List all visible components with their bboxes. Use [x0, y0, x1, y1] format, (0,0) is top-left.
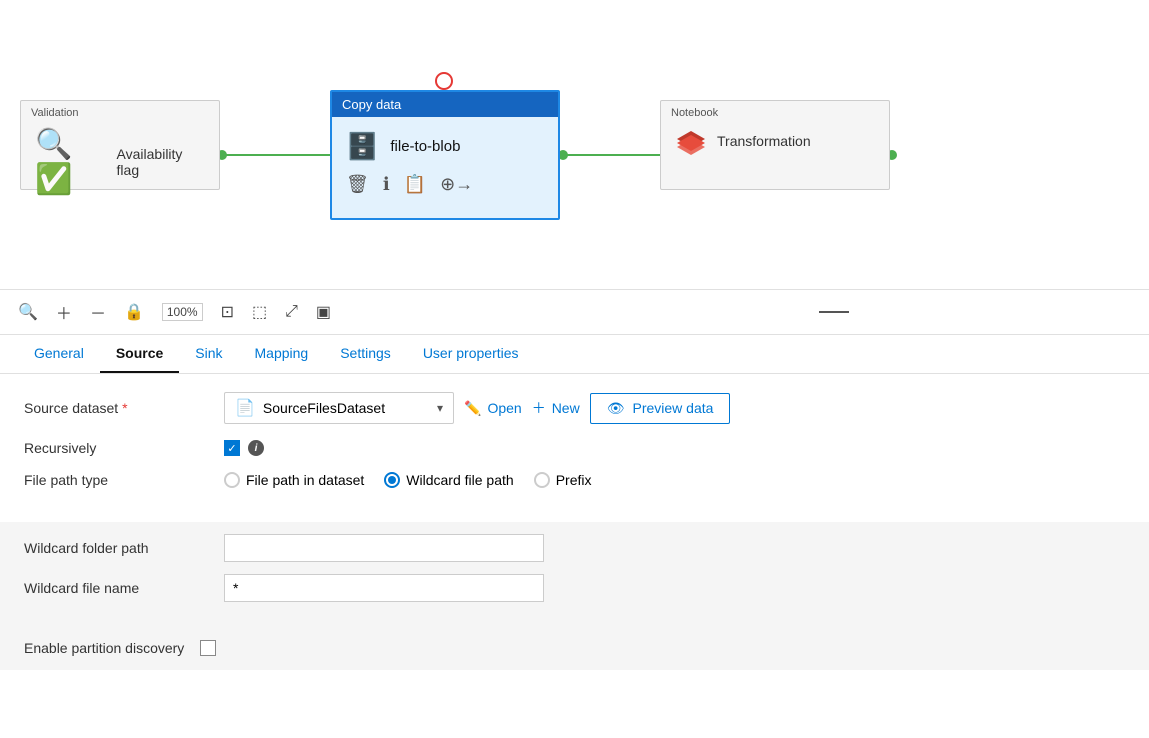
copy-data-node-label: Copy data: [332, 92, 558, 117]
wildcard-folder-label: Wildcard folder path: [24, 540, 224, 556]
tab-user-properties[interactable]: User properties: [407, 335, 535, 373]
recursively-checkbox[interactable]: ✓: [224, 440, 240, 456]
tab-source[interactable]: Source: [100, 335, 179, 373]
zoom-level[interactable]: 100%: [162, 303, 203, 321]
info-icon[interactable]: ℹ: [383, 174, 390, 195]
notebook-icon: [675, 127, 707, 155]
open-button[interactable]: ✏️ Open: [464, 400, 522, 417]
resize-icon[interactable]: ⤢: [285, 303, 298, 321]
copy-data-node-title: file-to-blob: [390, 138, 460, 155]
radio-circle-file-path: [224, 472, 240, 488]
dataset-icon: 📄: [235, 398, 255, 418]
recursively-controls: ✓ i: [224, 440, 1125, 456]
recursively-info-icon[interactable]: i: [248, 440, 264, 456]
validation-node[interactable]: Validation 🔍✅ Availability flag: [20, 100, 220, 190]
pipeline-canvas[interactable]: Validation 🔍✅ Availability flag Copy dat…: [0, 0, 1149, 290]
source-dataset-row: Source dataset * 📄 SourceFilesDataset ▾ …: [24, 392, 1125, 424]
delete-icon[interactable]: 🗑: [346, 174, 369, 195]
partition-discovery-checkbox[interactable]: [200, 640, 216, 656]
radio-circle-prefix: [534, 472, 550, 488]
add-icon[interactable]: ＋: [56, 300, 72, 324]
radio-wildcard-file-path[interactable]: Wildcard file path: [384, 472, 513, 488]
source-dataset-label: Source dataset *: [24, 400, 224, 416]
plus-icon: ＋: [532, 398, 546, 418]
pencil-icon: ✏️: [464, 400, 481, 417]
required-indicator: *: [122, 400, 127, 416]
recursively-row: Recursively ✓ i: [24, 440, 1125, 456]
source-dataset-controls: 📄 SourceFilesDataset ▾ ✏️ Open ＋ New 👁 P…: [224, 392, 1125, 424]
file-path-type-radio-group: File path in dataset Wildcard file path …: [224, 472, 591, 488]
wildcard-file-input[interactable]: [224, 574, 544, 602]
canvas-toolbar: 🔍 ＋ － 🔒 100% ⊡ ⬚ ⤢ ▣: [0, 290, 1149, 335]
toolbar-separator: [819, 311, 849, 313]
search-toolbar-icon[interactable]: 🔍: [18, 302, 38, 322]
wildcard-section: Wildcard folder path Wildcard file name: [0, 522, 1149, 626]
tab-general[interactable]: General: [18, 335, 100, 373]
copy-data-actions: 🗑 ℹ 📋 ⊕→: [332, 170, 558, 205]
dropdown-arrow-icon: ▾: [437, 401, 443, 415]
partition-discovery-label: Enable partition discovery: [24, 640, 184, 656]
wildcard-file-row: Wildcard file name: [24, 574, 1125, 602]
node-error-indicator: [435, 72, 453, 90]
add-activity-icon[interactable]: ⊕→: [440, 174, 473, 195]
notebook-node-label: Notebook: [661, 101, 889, 121]
radio-file-path-in-dataset[interactable]: File path in dataset: [224, 472, 364, 488]
copy-icon[interactable]: 📋: [404, 174, 426, 195]
wildcard-folder-input[interactable]: [224, 534, 544, 562]
radio-prefix[interactable]: Prefix: [534, 472, 592, 488]
tab-sink[interactable]: Sink: [179, 335, 238, 373]
wildcard-file-label: Wildcard file name: [24, 580, 224, 596]
radio-label-file-path: File path in dataset: [246, 472, 364, 488]
availability-icon: 🔍✅: [35, 127, 107, 197]
preview-icon: 👁: [607, 400, 625, 417]
file-path-type-controls: File path in dataset Wildcard file path …: [224, 472, 1125, 488]
recursively-checkbox-row: ✓ i: [224, 440, 264, 456]
preview-data-button[interactable]: 👁 Preview data: [590, 393, 731, 424]
dataset-dropdown[interactable]: 📄 SourceFilesDataset ▾: [224, 392, 454, 424]
partition-discovery-row: Enable partition discovery: [0, 626, 1149, 670]
properties-panel: Source dataset * 📄 SourceFilesDataset ▾ …: [0, 374, 1149, 522]
select-icon[interactable]: ⬚: [252, 302, 267, 322]
validation-node-title: Availability flag: [117, 146, 205, 178]
minus-icon[interactable]: －: [90, 300, 106, 324]
radio-circle-wildcard: [384, 472, 400, 488]
radio-label-prefix: Prefix: [556, 472, 592, 488]
layout-icon[interactable]: ▣: [316, 302, 331, 322]
property-tabs: General Source Sink Mapping Settings Use…: [0, 335, 1149, 374]
tab-mapping[interactable]: Mapping: [239, 335, 325, 373]
radio-label-wildcard: Wildcard file path: [406, 472, 513, 488]
notebook-node[interactable]: Notebook Transformation: [660, 100, 890, 190]
copy-data-node[interactable]: Copy data 🗄️ file-to-blob 🗑 ℹ 📋 ⊕→: [330, 90, 560, 220]
tab-settings[interactable]: Settings: [324, 335, 407, 373]
fit-icon[interactable]: ⊡: [221, 302, 234, 322]
dataset-value: SourceFilesDataset: [263, 400, 385, 416]
file-path-type-row: File path type File path in dataset Wild…: [24, 472, 1125, 488]
notebook-node-title: Transformation: [717, 133, 811, 149]
file-path-type-label: File path type: [24, 472, 224, 488]
lock-icon[interactable]: 🔒: [124, 302, 144, 322]
wildcard-folder-row: Wildcard folder path: [24, 534, 1125, 562]
database-icon: 🗄️: [346, 131, 378, 162]
recursively-label: Recursively: [24, 440, 224, 456]
new-button[interactable]: ＋ New: [532, 398, 580, 418]
validation-node-label: Validation: [21, 101, 219, 121]
